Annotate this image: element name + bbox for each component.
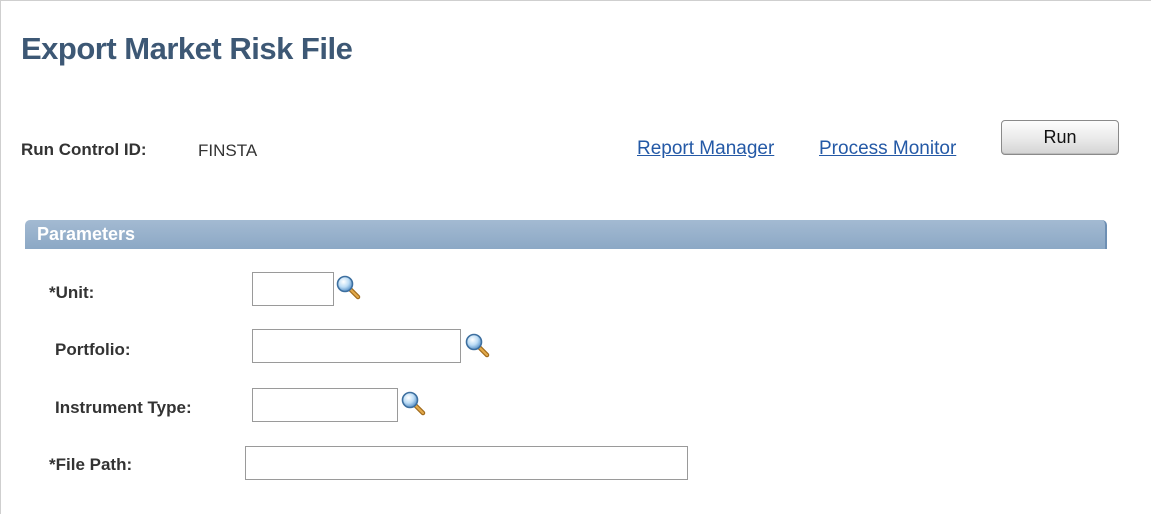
portfolio-input[interactable] [252,329,461,363]
unit-lookup-icon[interactable] [335,274,361,300]
portfolio-lookup-icon[interactable] [464,332,490,358]
page-frame: Export Market Risk File Run Control ID: … [0,0,1151,514]
instrument-type-label: Instrument Type: [55,398,192,417]
run-control-value: FINSTA [198,141,258,160]
instrument-type-lookup-icon[interactable] [400,390,426,416]
process-monitor-link[interactable]: Process Monitor [819,138,956,160]
instrument-type-input[interactable] [252,388,398,422]
unit-label: *Unit: [49,283,95,302]
file-path-label: *File Path: [49,455,133,474]
parameters-section-header: Parameters [25,220,1107,249]
run-control-label: Run Control ID: [21,140,147,159]
report-manager-link[interactable]: Report Manager [637,138,774,160]
parameters-section-title: Parameters [37,224,136,244]
run-button[interactable]: Run [1001,120,1119,155]
portfolio-label: Portfolio: [55,340,131,359]
file-path-input[interactable] [245,446,688,480]
page-title: Export Market Risk File [21,31,353,66]
unit-input[interactable] [252,272,334,306]
